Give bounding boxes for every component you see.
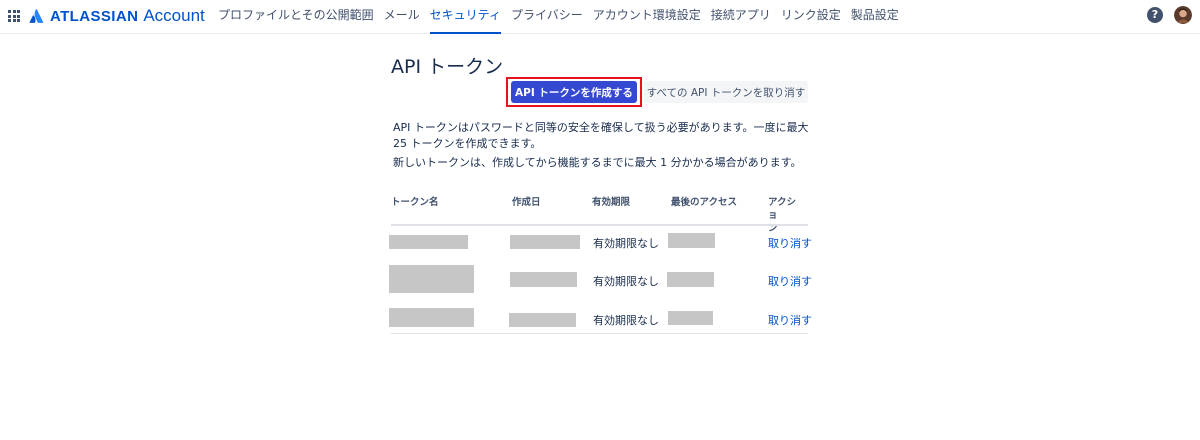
redacted-token-name <box>389 265 474 293</box>
column-header-actions: アクショ ン <box>768 197 797 234</box>
token-expiry: 有効期限なし <box>593 314 659 327</box>
redacted-created-date <box>510 272 577 287</box>
redacted-last-access <box>668 311 713 325</box>
redacted-last-access <box>667 272 714 287</box>
column-header-created: 作成日 <box>512 197 541 208</box>
nav-email[interactable]: メール <box>384 0 420 34</box>
grid-icon[interactable] <box>8 10 20 22</box>
column-header-expiry: 有効期限 <box>592 197 631 208</box>
nav-link-preferences[interactable]: リンク設定 <box>781 0 841 34</box>
top-navigation-bar: ATLASSIAN Account プロファイルとその公開範囲 メール セキュリ… <box>0 0 1200 34</box>
avatar-image <box>1174 6 1192 24</box>
brand-name: ATLASSIAN <box>50 7 139 25</box>
column-header-token-name: トークン名 <box>391 197 439 208</box>
token-expiry: 有効期限なし <box>593 237 659 250</box>
nav-connected-apps[interactable]: 接続アプリ <box>711 0 771 34</box>
table-bottom-divider <box>391 333 808 334</box>
redacted-token-name <box>389 308 474 327</box>
nav-account-preferences[interactable]: アカウント環境設定 <box>593 0 701 34</box>
nav-security[interactable]: セキュリティ <box>429 0 501 34</box>
revoke-token-link[interactable]: 取り消す <box>768 235 812 251</box>
nav-profile[interactable]: プロファイルとその公開範囲 <box>218 0 374 34</box>
help-icon[interactable]: ? <box>1147 7 1163 23</box>
token-expiry: 有効期限なし <box>593 275 659 288</box>
brand[interactable]: ATLASSIAN Account <box>29 5 205 27</box>
nav-privacy[interactable]: プライバシー <box>511 0 583 34</box>
revoke-all-tokens-button[interactable]: すべての API トークンを取り消す <box>644 81 808 103</box>
revoke-token-link[interactable]: 取り消す <box>768 273 812 289</box>
table-header-divider <box>391 224 808 226</box>
description-security-note: API トークンはパスワードと同等の安全を確保して扱う必要があります。一度に最大… <box>393 121 809 150</box>
revoke-token-link[interactable]: 取り消す <box>768 312 812 328</box>
redacted-token-name <box>389 235 468 249</box>
user-avatar[interactable] <box>1174 6 1192 24</box>
create-api-token-button[interactable]: API トークンを作成する <box>511 81 637 103</box>
description-activation-note: 新しいトークンは、作成してから機能するまでに最大 1 分かかる場合があります。 <box>393 156 802 169</box>
page-title: API トークン <box>391 56 504 78</box>
column-header-last-accessed: 最後のアクセス <box>671 197 738 208</box>
redacted-last-access <box>668 233 715 248</box>
atlassian-logo-icon <box>29 9 44 23</box>
nav-product-settings[interactable]: 製品設定 <box>851 0 899 34</box>
main-nav: プロファイルとその公開範囲 メール セキュリティ プライバシー アカウント環境設… <box>218 0 909 34</box>
redacted-created-date <box>510 235 580 249</box>
redacted-created-date <box>509 313 576 327</box>
brand-product: Account <box>143 6 205 25</box>
